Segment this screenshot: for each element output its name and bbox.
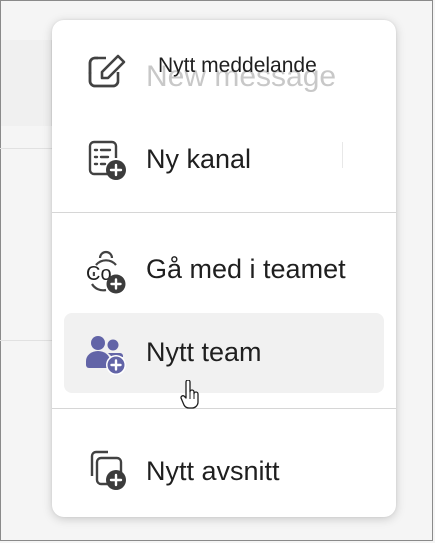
- join-team-icon: Co: [84, 250, 128, 294]
- stray-mark: [342, 142, 343, 168]
- menu-item-new-section[interactable]: Nytt avsnitt: [64, 430, 384, 510]
- background-divider: [0, 148, 60, 149]
- menu-divider: [52, 212, 396, 213]
- menu-item-label: Nytt team: [146, 337, 262, 367]
- menu-item-label: Ny kanal: [146, 144, 252, 174]
- menu-item-label: Nytt meddelande: [158, 54, 317, 77]
- compose-icon: [84, 50, 128, 94]
- menu-item-label: Gå med i teamet: [146, 254, 346, 284]
- add-team-icon: [84, 331, 128, 375]
- add-channel-icon: [84, 138, 128, 182]
- menu-item-join-team[interactable]: Co Gå med i teamet: [64, 232, 384, 312]
- menu-item-new-channel[interactable]: Ny kanal: [64, 120, 384, 200]
- menu-divider: [52, 408, 396, 409]
- add-section-icon: [84, 446, 128, 490]
- menu-item-label: Nytt avsnitt: [146, 456, 280, 486]
- background-panel: [1, 40, 52, 126]
- hand-cursor-icon: [180, 380, 199, 409]
- new-item-menu: New message Nytt meddelande Ny kanal Co …: [52, 20, 396, 517]
- menu-item-new-team[interactable]: Nytt team: [64, 313, 384, 393]
- menu-item-new-message[interactable]: Nytt meddelande: [64, 30, 384, 110]
- background-divider: [0, 340, 60, 341]
